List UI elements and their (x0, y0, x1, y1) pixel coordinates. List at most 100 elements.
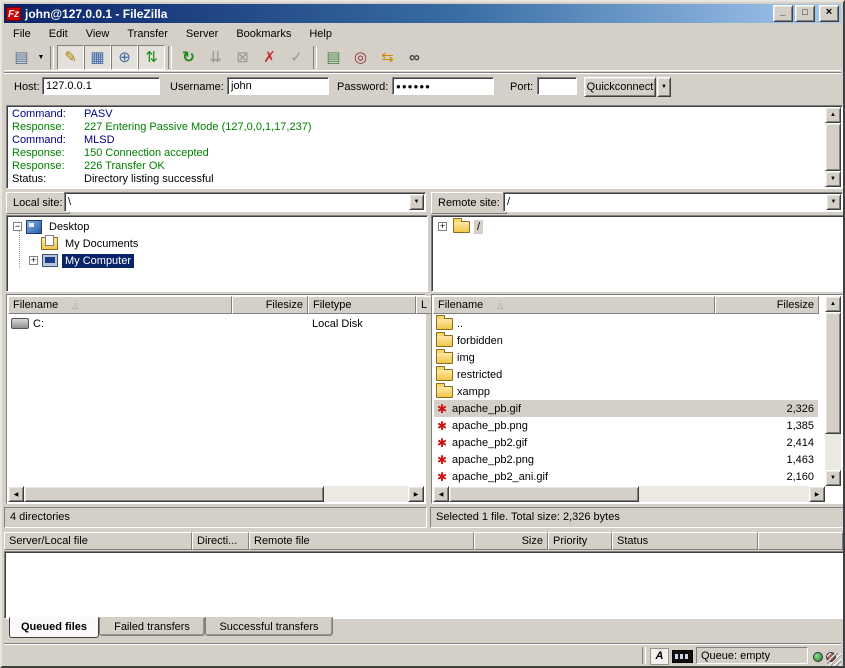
folder-icon (453, 221, 470, 233)
toggle-queue-button[interactable]: ⇅ (138, 45, 165, 70)
close-button[interactable]: × (819, 5, 839, 22)
combo-dropdown-button[interactable]: ▼ (409, 194, 424, 210)
expand-icon[interactable]: + (29, 256, 38, 265)
transfer-type-indicator[interactable]: A (650, 648, 669, 665)
menu-file[interactable]: File (4, 26, 40, 42)
combo-dropdown-button[interactable]: ▼ (826, 194, 841, 210)
maximize-button[interactable]: □ (795, 5, 815, 22)
find-files-button[interactable]: ∞ (401, 45, 428, 70)
file-row[interactable]: ✱apache_pb2.gif2,414 (434, 434, 818, 451)
image-file-icon: ✱ (434, 420, 450, 432)
column-header-remote-file[interactable]: Remote file (249, 532, 474, 550)
toggle-message-log-button[interactable]: ✎ (57, 45, 84, 70)
folder-row[interactable]: .. (434, 315, 818, 332)
scroll-up-button[interactable]: ▲ (825, 296, 841, 312)
column-header-size[interactable]: Size (474, 532, 548, 550)
file-name: img (457, 352, 475, 364)
filter-button[interactable]: ▤ (320, 45, 347, 70)
toggle-local-tree-button[interactable]: ▦ (84, 45, 111, 70)
local-list-hscrollbar[interactable]: ◀ ▶ (8, 486, 424, 502)
indicator-badge-icon[interactable] (672, 650, 693, 663)
scrollbar-thumb[interactable] (825, 312, 841, 434)
column-header-filesize[interactable]: Filesize (715, 296, 819, 314)
queue-list[interactable] (4, 551, 845, 619)
column-header-direction[interactable]: Directi... (192, 532, 249, 550)
remote-site-combo[interactable]: / ▼ (503, 192, 843, 212)
folder-row[interactable]: forbidden (434, 332, 818, 349)
scroll-left-button[interactable]: ◀ (8, 486, 24, 502)
cancel-operation-button[interactable]: ⊠ (229, 45, 256, 70)
file-row-local-disk[interactable]: C: Local Disk (9, 315, 425, 332)
menu-edit[interactable]: Edit (40, 26, 77, 42)
compare-directories-button[interactable]: ◎ (347, 45, 374, 70)
tree-item-my-documents[interactable]: My Documents (37, 235, 141, 252)
close-icon: × (820, 6, 838, 18)
remote-list-hscrollbar[interactable]: ◀ ▶ (433, 486, 825, 502)
file-row-selected[interactable]: ✱apache_pb.gif2,326 (434, 400, 818, 417)
disconnect-button[interactable]: ✗ (256, 45, 283, 70)
log-scrollbar[interactable]: ▲ ▼ (825, 107, 841, 187)
column-header-filename[interactable]: Filename△ (8, 296, 232, 314)
tab-failed-transfers[interactable]: Failed transfers (99, 617, 205, 636)
menu-bookmarks[interactable]: Bookmarks (227, 26, 300, 42)
log-line: Status:Directory listing successful (12, 173, 825, 186)
column-header-filename[interactable]: Filename△ (433, 296, 715, 314)
file-row[interactable]: ✱apache_pb2.png1,463 (434, 451, 818, 468)
folder-row[interactable]: img (434, 349, 818, 366)
scrollbar-thumb[interactable] (449, 486, 639, 502)
folder-row[interactable]: restricted (434, 366, 818, 383)
host-label: Host: (14, 81, 40, 93)
scrollbar-thumb[interactable] (825, 123, 841, 171)
reconnect-button[interactable]: ✓ (283, 45, 310, 70)
toggle-remote-tree-button[interactable]: ⊕ (111, 45, 138, 70)
expand-icon[interactable]: + (438, 222, 447, 231)
host-input[interactable] (42, 77, 160, 95)
resize-grip[interactable] (827, 653, 841, 667)
quickconnect-dropdown-button[interactable]: ▼ (657, 77, 671, 97)
remote-tree: + / (431, 215, 845, 292)
tree-item-label: Desktop (46, 220, 92, 234)
tree-item-my-computer[interactable]: + My Computer (29, 252, 134, 269)
username-input[interactable] (227, 77, 329, 95)
column-header-filetype[interactable]: Filetype (308, 296, 416, 314)
my-computer-icon (42, 254, 58, 267)
menu-help[interactable]: Help (300, 26, 341, 42)
column-header-filesize[interactable]: Filesize (232, 296, 308, 314)
arrow-right-icon: ▶ (414, 491, 419, 498)
scroll-right-button[interactable]: ▶ (809, 486, 825, 502)
synchronized-browsing-button[interactable]: ⇆ (374, 45, 401, 70)
scroll-left-button[interactable]: ◀ (433, 486, 449, 502)
site-manager-dropdown-button[interactable]: ▼ (35, 46, 47, 69)
tree-item-desktop[interactable]: − Desktop (13, 218, 92, 235)
tab-successful-transfers[interactable]: Successful transfers (205, 617, 333, 636)
column-header-priority[interactable]: Priority (548, 532, 612, 550)
file-row[interactable]: ✱apache_pb2_ani.gif2,160 (434, 468, 818, 485)
menu-view[interactable]: View (77, 26, 119, 42)
process-queue-button[interactable]: ⇊ (202, 45, 229, 70)
tree-item-root[interactable]: + / (438, 218, 483, 235)
scrollbar-thumb[interactable] (24, 486, 324, 502)
column-header-status[interactable]: Status (612, 532, 758, 550)
port-input[interactable] (537, 77, 577, 95)
menu-server[interactable]: Server (177, 26, 227, 42)
scroll-right-button[interactable]: ▶ (408, 486, 424, 502)
password-input[interactable] (392, 77, 494, 95)
remote-tree-icon: ⊕ (118, 48, 131, 66)
scroll-down-button[interactable]: ▼ (825, 171, 841, 187)
collapse-icon[interactable]: − (13, 222, 22, 231)
scroll-down-button[interactable]: ▼ (825, 470, 841, 486)
folder-row[interactable]: xampp (434, 383, 818, 400)
tab-queued-files[interactable]: Queued files (9, 617, 99, 638)
local-tree-icon: ▦ (90, 48, 104, 66)
column-header-server-local-file[interactable]: Server/Local file (4, 532, 192, 550)
scroll-up-button[interactable]: ▲ (825, 107, 841, 123)
site-manager-button[interactable]: ▤ (8, 45, 35, 70)
minimize-button[interactable]: _ (773, 5, 793, 22)
maximize-icon: □ (796, 6, 814, 18)
file-row[interactable]: ✱apache_pb.png1,385 (434, 417, 818, 434)
menu-transfer[interactable]: Transfer (118, 26, 177, 42)
refresh-button[interactable]: ↻ (175, 45, 202, 70)
local-site-combo[interactable]: \ ▼ (64, 192, 426, 212)
quickconnect-button[interactable]: Quickconnect (584, 77, 656, 97)
remote-list-vscrollbar[interactable]: ▲ ▼ (825, 296, 841, 486)
